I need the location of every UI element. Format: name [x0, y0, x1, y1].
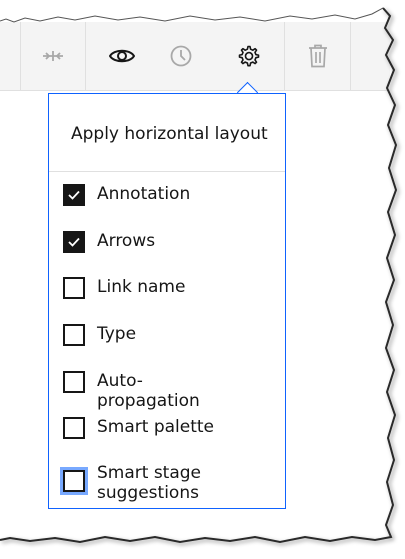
- option-arrows[interactable]: Arrows: [63, 231, 227, 253]
- trash-icon: [308, 44, 327, 68]
- canvas-toolbar: [0, 22, 390, 91]
- checkbox-smart-stage-suggestions[interactable]: [60, 467, 88, 495]
- option-label: Arrows: [97, 231, 156, 251]
- option-label: Link name: [97, 277, 186, 297]
- checkmark-icon: [68, 237, 80, 247]
- option-label: Type: [97, 324, 137, 344]
- option-label: Auto-propagation: [97, 371, 200, 411]
- checkmark-icon: [68, 190, 80, 200]
- checkbox-auto-propagation[interactable]: [63, 371, 85, 393]
- settings-menu: Apply horizontal layout Annotation Arrow…: [48, 93, 286, 509]
- checkbox-link-name[interactable]: [63, 277, 85, 299]
- option-annotation[interactable]: Annotation: [63, 184, 227, 206]
- toolbar-divider: [85, 22, 86, 90]
- preview-button[interactable]: [89, 22, 154, 90]
- menu-divider: [49, 171, 285, 172]
- collapse-icon: [42, 51, 63, 61]
- screenshot-area: Apply horizontal layout Annotation Arrow…: [0, 0, 405, 559]
- option-smart-palette[interactable]: Smart palette: [63, 417, 227, 439]
- menu-title: Apply horizontal layout: [71, 124, 268, 144]
- toolbar-divider: [350, 22, 351, 90]
- eye-icon: [108, 49, 135, 63]
- collapse-button[interactable]: [20, 22, 85, 90]
- option-label: Smart stage suggestions: [97, 463, 202, 503]
- option-auto-propagation[interactable]: Auto-propagation: [63, 371, 227, 411]
- delete-button[interactable]: [285, 22, 350, 90]
- option-label: Smart palette: [97, 417, 215, 437]
- checkbox-type[interactable]: [63, 324, 85, 346]
- history-button[interactable]: [148, 22, 213, 90]
- option-label: Annotation: [97, 184, 191, 204]
- clock-icon: [170, 45, 191, 67]
- checkbox-arrows[interactable]: [63, 231, 85, 253]
- settings-button[interactable]: [216, 22, 281, 90]
- checkbox-smart-palette[interactable]: [63, 417, 85, 439]
- checkbox-annotation[interactable]: [63, 184, 85, 206]
- gear-icon: [238, 45, 259, 67]
- option-smart-stage-suggestions[interactable]: Smart stage suggestions: [60, 463, 227, 503]
- option-link-name[interactable]: Link name: [63, 277, 227, 299]
- option-type[interactable]: Type: [63, 324, 227, 346]
